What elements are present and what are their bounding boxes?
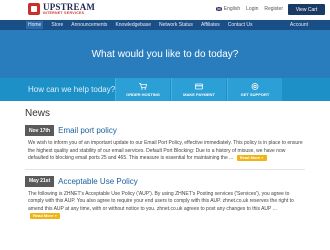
article-title-link[interactable]: Email port policy (58, 126, 117, 135)
get-support-button[interactable]: GET SUPPORT (227, 78, 282, 101)
credit-card-icon (195, 83, 203, 89)
order-hosting-button[interactable]: ORDER HOSTING (115, 78, 170, 101)
article-date: Nov 17th (25, 125, 55, 136)
main-nav: Home Store Announcements Knowledgebase N… (0, 20, 330, 30)
article-excerpt: The following is ZHNET's Acceptable Use … (28, 190, 294, 212)
article-title-link[interactable]: Acceptable Use Policy (58, 177, 138, 186)
article-body: The following is ZHNET's Acceptable Use … (25, 191, 305, 221)
hero-banner: What would you like to do today? (0, 30, 330, 78)
nav-account[interactable]: Account (290, 22, 308, 28)
help-bar: How can we help today? ORDER HOSTING MAK… (0, 78, 330, 101)
cart-icon (139, 82, 147, 90)
site-logo[interactable]: UPSTREAM INTERNET SERVICES (28, 3, 95, 16)
article-date: May 21st (25, 175, 55, 187)
nav-knowledgebase[interactable]: Knowledgebase (115, 22, 151, 28)
make-payment-button[interactable]: MAKE PAYMENT (171, 78, 226, 101)
news-article: May 21st Acceptable Use Policy The follo… (25, 175, 305, 221)
top-links: English Login Register (215, 6, 283, 12)
divider (25, 168, 305, 170)
article-body: We wish to inform you of an important up… (25, 140, 305, 163)
site-header: UPSTREAM INTERNET SERVICES English Login… (0, 0, 330, 20)
login-link[interactable]: Login (246, 6, 258, 12)
get-support-label: GET SUPPORT (240, 91, 270, 97)
nav-announcements[interactable]: Announcements (71, 22, 107, 28)
news-heading: News (25, 108, 51, 119)
nav-network-status[interactable]: Network Status (159, 22, 193, 28)
flag-icon (215, 7, 222, 11)
read-more-button[interactable]: Read More » (236, 155, 267, 161)
nav-home[interactable]: Home (26, 21, 44, 29)
language-label: English (223, 6, 241, 12)
register-link[interactable]: Register (264, 6, 283, 12)
news-section: News Nov 17th Email port policy We wish … (0, 101, 330, 221)
nav-store[interactable]: Store (51, 22, 63, 28)
make-payment-label: MAKE PAYMENT (183, 91, 215, 97)
logo-mark-icon (28, 3, 40, 16)
nav-contact-us[interactable]: Contact Us (228, 22, 253, 28)
nav-affiliates[interactable]: Affiliates (201, 22, 220, 28)
order-hosting-label: ORDER HOSTING (126, 91, 160, 97)
view-cart-button[interactable]: View Cart (288, 4, 325, 15)
read-more-button[interactable]: Read More » (30, 213, 60, 219)
language-link[interactable]: English (215, 6, 241, 12)
logo-subtitle: INTERNET SERVICES (43, 11, 85, 15)
hero-title: What would you like to do today? (91, 48, 239, 60)
news-article: Nov 17th Email port policy We wish to in… (25, 125, 305, 163)
support-icon (251, 82, 259, 90)
